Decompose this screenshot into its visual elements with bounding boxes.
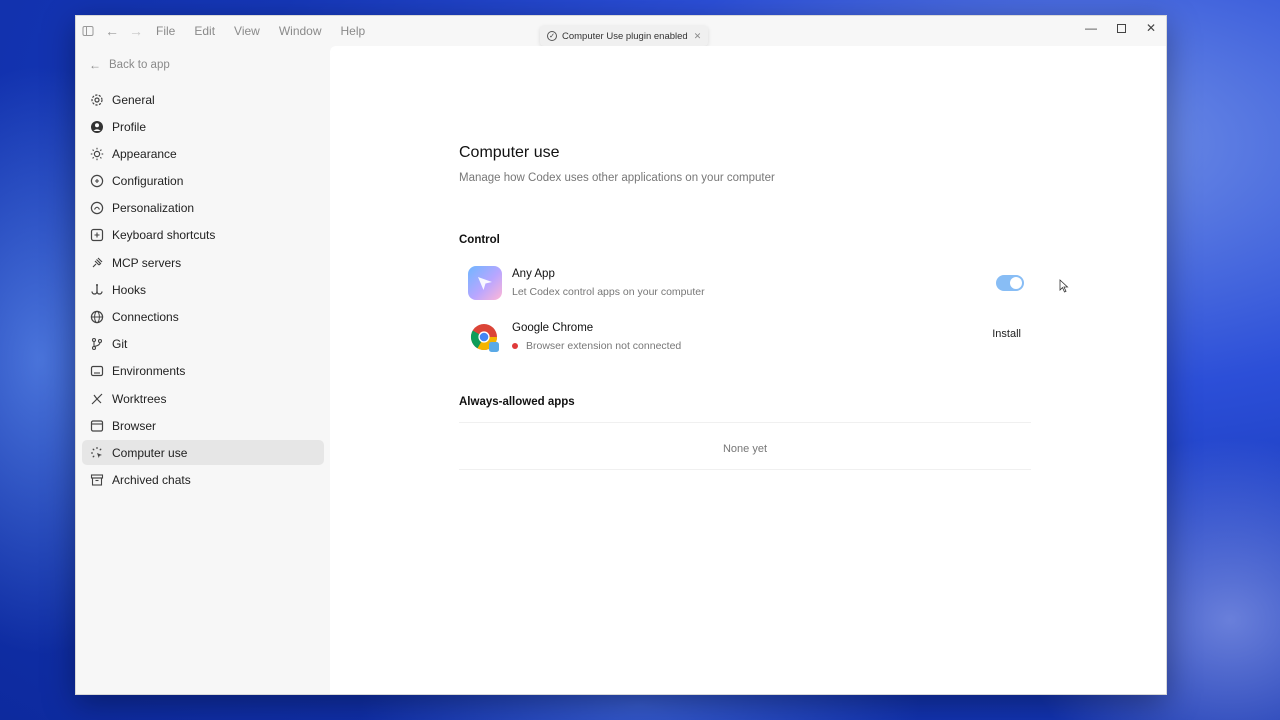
app-row-any-app: Any App Let Codex control apps on your c… [459,256,1031,310]
back-arrow-icon[interactable]: ← [100,19,124,43]
sidebar-item-general[interactable]: General [82,87,324,112]
sidebar-item-label: MCP servers [112,255,182,270]
sidebar-item-profile[interactable]: Profile [82,114,324,139]
control-heading: Control [459,234,500,246]
check-circle-icon: ✓ [547,31,557,41]
sidebar-item-label: Environments [112,364,186,379]
sidebar-item-label: Archived chats [112,473,191,488]
control-list: Any App Let Codex control apps on your c… [459,256,1031,364]
app-description: Browser extension not connected [526,340,682,352]
sidebar-item-archived-chats[interactable]: Archived chats [82,468,324,493]
menu-edit[interactable]: Edit [194,24,215,38]
sidebar-item-configuration[interactable]: Configuration [82,169,324,194]
divider [459,422,1031,423]
sidebar-item-environments[interactable]: Environments [82,359,324,384]
menu-help[interactable]: Help [341,24,366,38]
sidebar-item-mcp-servers[interactable]: MCP servers [82,250,324,275]
page-title: Computer use [459,144,560,161]
computer-use-panel: Computer use Manage how Codex uses other… [459,144,1031,470]
sidebar-toggle-icon[interactable] [76,19,100,43]
environment-icon [89,363,105,379]
sidebar-item-label: Keyboard shortcuts [112,228,216,243]
sidebar-item-label: Browser [112,418,157,433]
config-icon [89,173,105,189]
menu-bar: File Edit View Window Help [156,24,384,38]
any-app-toggle[interactable] [996,275,1024,291]
sidebar-item-keyboard-shortcuts[interactable]: Keyboard shortcuts [82,223,324,248]
settings-sidebar: ← Back to app General Profile Appearance… [76,54,330,495]
sidebar-item-connections[interactable]: Connections [82,305,324,330]
app-status: Browser extension not connected [512,340,681,352]
toast-close-icon[interactable]: ✕ [694,31,702,42]
app-row-google-chrome: Google Chrome Browser extension not conn… [459,310,1031,364]
gear-icon [89,92,105,108]
install-button[interactable]: Install [992,328,1021,340]
forward-arrow-icon[interactable]: → [124,19,148,43]
plugin-enabled-toast: ✓ Computer Use plugin enabled ✕ [540,26,709,46]
globe-icon [89,309,105,325]
menu-file[interactable]: File [156,24,175,38]
sidebar-item-appearance[interactable]: Appearance [82,141,324,166]
sidebar-item-label: Git [112,337,128,352]
archive-icon [89,472,105,488]
sidebar-item-worktrees[interactable]: Worktrees [82,386,324,411]
sidebar-item-label: Computer use [112,445,188,460]
branch-icon [89,336,105,352]
app-description: Let Codex control apps on your computer [512,286,705,298]
always-allowed-heading: Always-allowed apps [459,396,575,408]
menu-window[interactable]: Window [279,24,322,38]
sun-icon [89,146,105,162]
sidebar-item-computer-use[interactable]: Computer use [82,440,324,466]
sidebar-item-label: Hooks [112,282,147,297]
arrow-left-icon: ← [89,58,101,72]
settings-window: ← → File Edit View Window Help — ✕ ✓ Com… [75,15,1167,695]
sidebar-item-label: Personalization [112,201,195,216]
close-icon[interactable]: ✕ [1136,16,1166,40]
sidebar-item-browser[interactable]: Browser [82,413,324,438]
page-subtitle: Manage how Codex uses other applications… [459,172,775,184]
sidebar-item-label: Worktrees [112,391,167,406]
app-name: Google Chrome [512,322,594,334]
window-controls: — ✕ [1076,16,1166,40]
maximize-icon[interactable] [1106,16,1136,40]
plug-icon [89,255,105,271]
back-label: Back to app [109,59,170,71]
sidebar-item-label: Profile [112,119,147,134]
divider [459,469,1031,470]
sidebar-item-label: Appearance [112,146,177,161]
hook-icon [89,282,105,298]
mouse-pointer-icon [1059,279,1069,298]
app-name: Any App [512,268,555,280]
back-to-app-link[interactable]: ← Back to app [89,54,330,76]
sidebar-item-label: Configuration [112,174,184,189]
settings-content: Computer use Manage how Codex uses other… [330,46,1166,694]
toast-text: Computer Use plugin enabled [562,30,688,42]
keyboard-icon [89,227,105,243]
sidebar-item-label: Connections [112,310,179,324]
worktree-icon [89,391,105,407]
user-icon [89,119,105,135]
personalization-icon [89,200,105,216]
browser-icon [89,418,105,434]
menu-view[interactable]: View [234,24,260,38]
sidebar-item-personalization[interactable]: Personalization [82,196,324,221]
status-dot-icon [512,343,518,349]
any-app-icon [468,266,502,300]
chrome-icon [468,320,502,354]
empty-state: None yet [722,443,768,455]
sidebar-item-label: General [112,92,155,107]
sidebar-item-git[interactable]: Git [82,332,324,357]
settings-nav: General Profile Appearance Configuration… [76,87,330,493]
cursor-icon [89,445,105,461]
minimize-icon[interactable]: — [1076,16,1106,40]
sidebar-item-hooks[interactable]: Hooks [82,277,324,302]
